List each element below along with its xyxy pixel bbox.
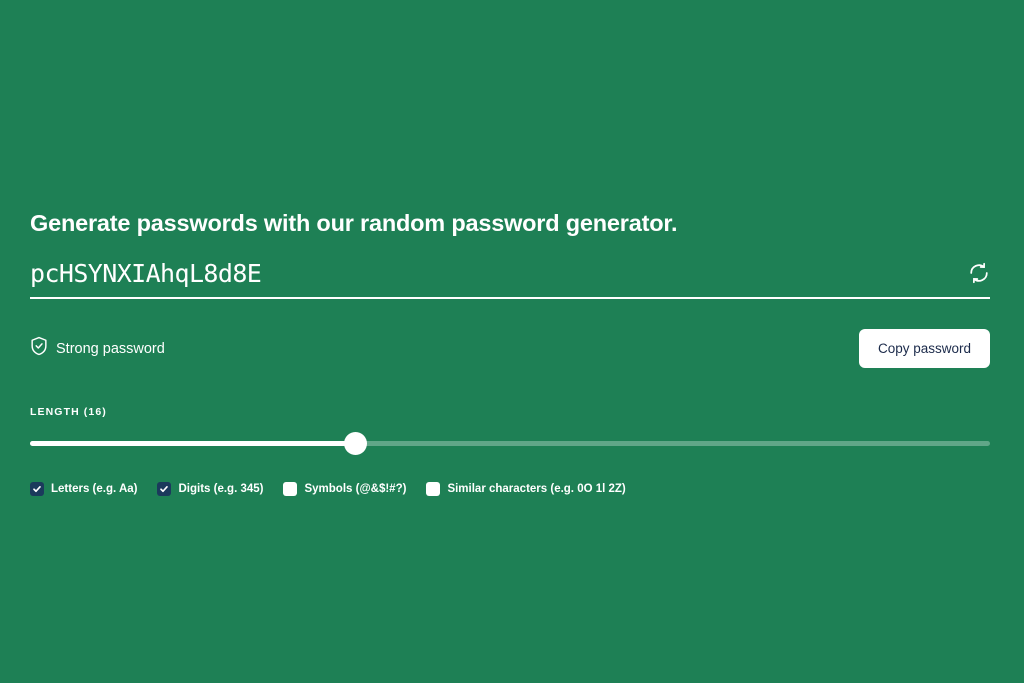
option-symbols[interactable]: Symbols (@&$!#?): [283, 482, 407, 497]
checkbox-letters[interactable]: [30, 482, 44, 497]
regenerate-password-button[interactable]: [968, 262, 990, 284]
password-strength: Strong password: [30, 336, 165, 361]
option-similar-characters[interactable]: Similar characters (e.g. 0O 1l 2Z): [426, 482, 626, 497]
length-label: LENGTH (16): [30, 406, 107, 419]
option-digits[interactable]: Digits (e.g. 345): [157, 482, 264, 497]
option-label-digits: Digits (e.g. 345): [178, 483, 264, 496]
option-label-similar-characters: Similar characters (e.g. 0O 1l 2Z): [447, 483, 626, 496]
shield-check-icon: [30, 336, 48, 361]
slider-thumb[interactable]: [343, 432, 367, 456]
generated-password-value[interactable]: pcHSYNXIAhqL8d8E: [30, 259, 262, 288]
option-label-letters: Letters (e.g. Aa): [51, 483, 138, 496]
strength-row: Strong password Copy password: [30, 329, 990, 369]
checkbox-symbols[interactable]: [283, 482, 298, 497]
copy-password-button[interactable]: Copy password: [858, 329, 990, 369]
check-icon: [160, 486, 169, 493]
refresh-icon: [968, 262, 990, 287]
strength-label: Strong password: [56, 340, 165, 357]
generator-panel: Generate passwords with our random passw…: [30, 210, 990, 497]
checkbox-similar-characters[interactable]: [426, 482, 441, 497]
slider-fill: [30, 441, 356, 447]
checkbox-digits[interactable]: [157, 482, 172, 497]
length-slider[interactable]: [30, 432, 990, 456]
password-field[interactable]: pcHSYNXIAhqL8d8E: [30, 259, 990, 300]
option-letters[interactable]: Letters (e.g. Aa): [30, 482, 138, 497]
character-options: Letters (e.g. Aa) Digits (e.g. 345) Symb…: [30, 482, 990, 497]
option-label-symbols: Symbols (@&$!#?): [304, 483, 407, 496]
password-generator-screen: Generate passwords with our random passw…: [0, 0, 1024, 683]
check-icon: [33, 486, 41, 493]
page-title: Generate passwords with our random passw…: [30, 210, 678, 236]
